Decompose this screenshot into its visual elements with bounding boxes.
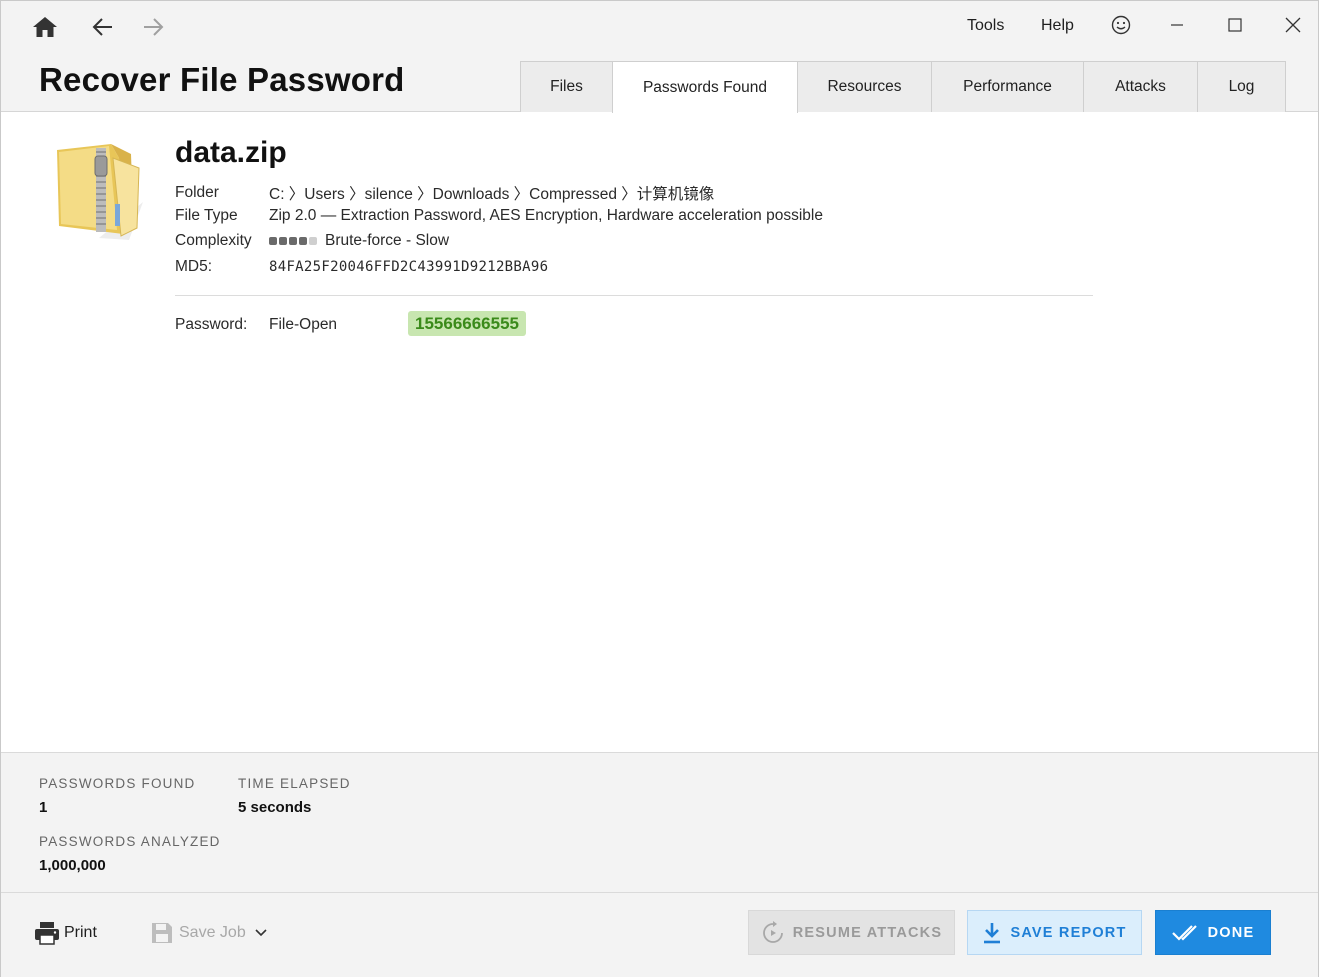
md5-value: 84FA25F20046FFD2C43991D9212BBA96 bbox=[269, 259, 549, 275]
divider bbox=[175, 295, 1093, 296]
complexity-dot-empty bbox=[309, 237, 317, 245]
password-kind: File-Open bbox=[269, 316, 338, 333]
close-button[interactable] bbox=[1273, 9, 1313, 41]
print-button[interactable]: Print bbox=[34, 913, 97, 953]
arrow-right-icon bbox=[144, 18, 164, 36]
complexity-text: Brute-force - Slow bbox=[325, 232, 450, 249]
maximize-button[interactable] bbox=[1215, 9, 1255, 41]
done-label: DONE bbox=[1207, 924, 1255, 941]
found-password[interactable]: 15566666555 bbox=[408, 311, 527, 336]
page-title: Recover File Password bbox=[39, 61, 405, 98]
complexity-dot-filled bbox=[269, 237, 277, 245]
passwords-analyzed-value: 1,000,000 bbox=[39, 857, 106, 874]
header: Tools Help Recover File Password Files P… bbox=[1, 1, 1318, 113]
password-row: Password: File-Open bbox=[175, 316, 337, 334]
complexity-dot-filled bbox=[299, 237, 307, 245]
forward-button[interactable] bbox=[136, 11, 170, 43]
passwords-found-panel: data.zip Folder C: 〉Users 〉silence 〉Down… bbox=[1, 112, 1318, 752]
stats-panel: PASSWORDS FOUND 1 TIME ELAPSED 5 seconds… bbox=[1, 752, 1318, 893]
smiley-icon bbox=[1111, 15, 1131, 35]
folder-label: Folder bbox=[175, 184, 219, 201]
home-icon bbox=[33, 17, 57, 37]
tab-performance[interactable]: Performance bbox=[931, 61, 1084, 112]
passwords-found-label: PASSWORDS FOUND bbox=[39, 776, 196, 791]
file-name: data.zip bbox=[175, 136, 287, 169]
tab-bar: Files Passwords Found Resources Performa… bbox=[520, 61, 1286, 113]
passwords-analyzed-label: PASSWORDS ANALYZED bbox=[39, 834, 221, 849]
save-icon bbox=[152, 923, 172, 943]
time-elapsed-value: 5 seconds bbox=[238, 799, 312, 816]
menu-tools[interactable]: Tools bbox=[967, 17, 1004, 35]
printer-icon bbox=[35, 922, 59, 945]
tab-resources[interactable]: Resources bbox=[797, 61, 932, 112]
file-type-row: File Type Zip 2.0 — Extraction Password,… bbox=[175, 207, 823, 225]
folder-path: C: 〉Users 〉silence 〉Downloads 〉Compresse… bbox=[269, 186, 715, 203]
complexity-label: Complexity bbox=[175, 232, 252, 249]
tab-files[interactable]: Files bbox=[520, 61, 613, 112]
complexity-dot-filled bbox=[279, 237, 287, 245]
passwords-found-value: 1 bbox=[39, 799, 48, 816]
tab-passwords-found[interactable]: Passwords Found bbox=[612, 61, 798, 113]
close-icon bbox=[1285, 17, 1301, 33]
double-check-icon bbox=[1171, 924, 1197, 941]
footer-toolbar: Print Save Job RESUME ATTACKS SAVE REPOR… bbox=[1, 893, 1318, 977]
save-job-label: Save Job bbox=[179, 924, 246, 941]
menu-help[interactable]: Help bbox=[1041, 17, 1074, 35]
resume-icon bbox=[762, 920, 783, 943]
save-job-button[interactable]: Save Job bbox=[151, 913, 268, 953]
complexity-dot-filled bbox=[289, 237, 297, 245]
minimize-icon bbox=[1171, 24, 1183, 26]
save-report-button[interactable]: SAVE REPORT bbox=[967, 910, 1142, 955]
password-label: Password: bbox=[175, 316, 248, 333]
md5-row: MD5: 84FA25F20046FFD2C43991D9212BBA96 bbox=[175, 258, 548, 276]
download-icon bbox=[984, 922, 1001, 943]
complexity-value: Brute-force - Slow bbox=[269, 232, 449, 250]
minimize-button[interactable] bbox=[1157, 9, 1197, 41]
md5-label: MD5: bbox=[175, 258, 213, 275]
save-report-label: SAVE REPORT bbox=[1010, 924, 1127, 941]
tab-attacks[interactable]: Attacks bbox=[1083, 61, 1198, 112]
tab-log[interactable]: Log bbox=[1197, 61, 1286, 112]
file-type-value: Zip 2.0 — Extraction Password, AES Encry… bbox=[269, 207, 823, 224]
print-label: Print bbox=[64, 924, 97, 941]
chevron-down-icon[interactable] bbox=[254, 928, 268, 938]
arrow-left-icon bbox=[92, 18, 112, 36]
home-button[interactable] bbox=[28, 11, 62, 43]
file-type-label: File Type bbox=[175, 207, 238, 224]
feedback-button[interactable] bbox=[1101, 9, 1141, 41]
time-elapsed-label: TIME ELAPSED bbox=[238, 776, 351, 791]
folder-row: Folder C: 〉Users 〉silence 〉Downloads 〉Co… bbox=[175, 182, 714, 204]
resume-attacks-label: RESUME ATTACKS bbox=[792, 924, 943, 941]
resume-attacks-button[interactable]: RESUME ATTACKS bbox=[748, 910, 955, 955]
complexity-row: Complexity Brute-force - Slow bbox=[175, 232, 449, 250]
maximize-icon bbox=[1228, 18, 1242, 32]
app-window: Tools Help Recover File Password Files P… bbox=[0, 0, 1319, 977]
complexity-meter bbox=[269, 237, 317, 245]
zip-folder-icon bbox=[57, 144, 143, 240]
done-button[interactable]: DONE bbox=[1155, 910, 1271, 955]
back-button[interactable] bbox=[86, 11, 120, 43]
